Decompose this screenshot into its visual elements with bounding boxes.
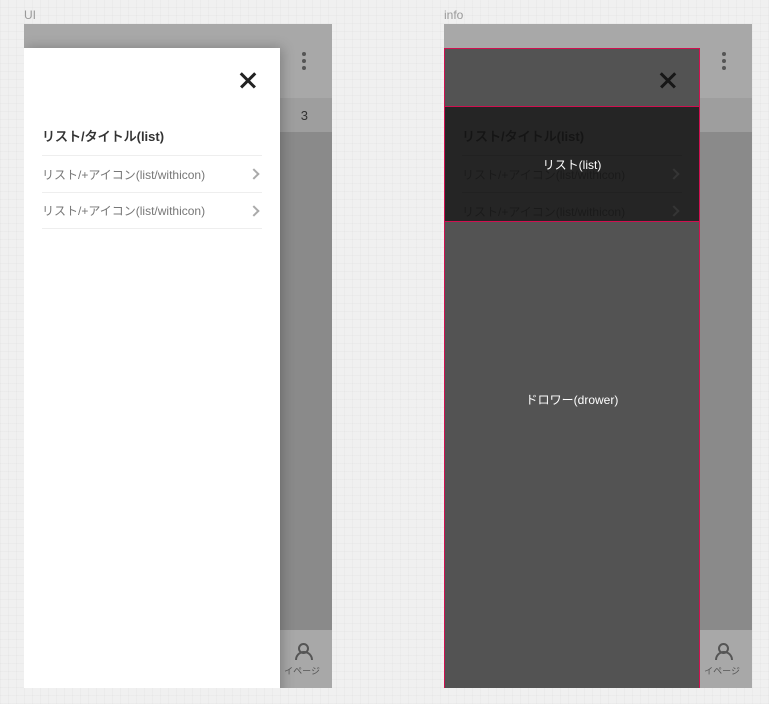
person-icon <box>712 642 732 662</box>
info-overlay-list-label: リスト(list) <box>543 156 602 173</box>
more-icon[interactable] <box>284 41 324 81</box>
person-icon <box>292 642 312 662</box>
phone-frame-ui: 3 イページ リスト/タイトル(list) リスト/+アイコン(list/wit… <box>24 24 332 688</box>
panel-label-ui: UI <box>24 8 36 22</box>
drawer: リスト/タイトル(list) リスト/+アイコン(list/withicon) … <box>24 48 280 688</box>
nav-item-mypage[interactable]: イページ <box>284 642 320 677</box>
info-overlay-drawer-label: ドロワー(drower) <box>445 391 699 408</box>
chevron-right-icon <box>248 205 259 216</box>
list-item[interactable]: リスト/+アイコン(list/withicon) <box>42 192 262 229</box>
more-icon[interactable] <box>704 41 744 81</box>
info-overlay-list: リスト(list) <box>444 106 700 222</box>
list-section: リスト/タイトル(list) リスト/+アイコン(list/withicon) … <box>24 112 280 229</box>
nav-label: イページ <box>284 664 320 677</box>
panel-label-info: info <box>444 8 463 22</box>
drawer-header <box>24 48 280 112</box>
nav-label: イページ <box>704 664 740 677</box>
close-button[interactable] <box>228 60 268 100</box>
tab-partial-text: 3 <box>301 108 308 123</box>
list-title: リスト/タイトル(list) <box>42 112 262 155</box>
phone-frame-info: イページ リスト/タイトル(list) リスト/+アイコン(list/withi… <box>444 24 752 688</box>
close-icon <box>239 71 257 89</box>
list-item[interactable]: リスト/+アイコン(list/withicon) <box>42 155 262 192</box>
list-item-label: リスト/+アイコン(list/withicon) <box>42 166 205 183</box>
nav-item-mypage[interactable]: イページ <box>704 642 740 677</box>
chevron-right-icon <box>248 168 259 179</box>
list-item-label: リスト/+アイコン(list/withicon) <box>42 202 205 219</box>
